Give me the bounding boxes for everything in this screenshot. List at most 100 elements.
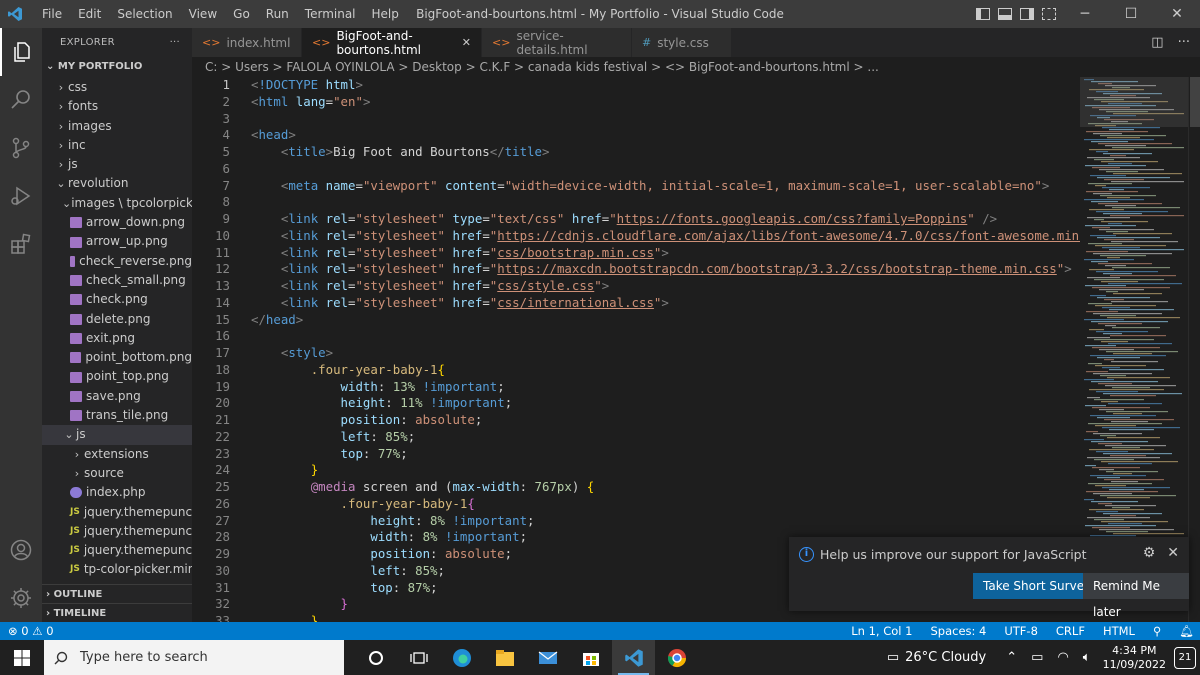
tree-folder[interactable]: ⌄ js: [42, 425, 192, 445]
source-control-icon[interactable]: [0, 124, 42, 172]
code-line[interactable]: 2 <html lang="en">: [192, 94, 1080, 111]
tree-file[interactable]: check_reverse.png: [42, 252, 192, 271]
notification-settings-gear-icon[interactable]: ⚙: [1143, 545, 1156, 561]
microsoft-store-icon[interactable]: [569, 640, 612, 675]
windows-start-icon[interactable]: [0, 640, 44, 675]
tree-folder[interactable]: › images: [42, 117, 192, 136]
outline-section[interactable]: › OUTLINE: [42, 584, 192, 603]
code-line[interactable]: 15 </head>: [192, 312, 1080, 329]
code-line[interactable]: 1 <!DOCTYPE html>: [192, 77, 1080, 94]
workspace-root[interactable]: ⌄ MY PORTFOLIO: [42, 56, 192, 78]
weather-text[interactable]: 26°C Cloudy: [905, 650, 986, 665]
close-window-button[interactable]: ✕: [1154, 0, 1200, 28]
problems-indicator[interactable]: ⊗ 0 ⚠ 0: [8, 622, 54, 640]
mail-icon[interactable]: [526, 640, 569, 675]
timeline-section[interactable]: › TIMELINE: [42, 603, 192, 622]
menu-terminal[interactable]: Terminal: [297, 0, 364, 28]
code-line[interactable]: 5 <title>Big Foot and Bourtons</title>: [192, 144, 1080, 161]
search-icon[interactable]: [0, 76, 42, 124]
toggle-secondary-sidebar-icon[interactable]: [1020, 8, 1034, 20]
code-line[interactable]: 3: [192, 111, 1080, 128]
settings-gear-icon[interactable]: [0, 574, 42, 622]
code-line[interactable]: 17 <style>: [192, 345, 1080, 362]
weather-icon[interactable]: ▭: [887, 650, 899, 665]
file-explorer-icon[interactable]: [483, 640, 526, 675]
tab-service-details-html[interactable]: <> service-details.html: [482, 28, 632, 57]
indentation[interactable]: Spaces: 4: [930, 622, 986, 640]
menu-go[interactable]: Go: [225, 0, 258, 28]
tree-file[interactable]: exit.png: [42, 329, 192, 348]
tree-file[interactable]: save.png: [42, 387, 192, 406]
run-debug-icon[interactable]: [0, 172, 42, 220]
chrome-icon[interactable]: [655, 640, 698, 675]
tab-index-html[interactable]: <> index.html: [192, 28, 302, 57]
notification-close-icon[interactable]: ✕: [1167, 545, 1179, 561]
cursor-position[interactable]: Ln 1, Col 1: [851, 622, 912, 640]
menu-file[interactable]: File: [34, 0, 70, 28]
toggle-panel-icon[interactable]: [998, 8, 1012, 20]
minimap-slider[interactable]: [1080, 77, 1188, 127]
tree-file[interactable]: JStp-color-picker.min...: [42, 560, 192, 579]
tree-file[interactable]: trans_tile.png: [42, 406, 192, 425]
editor-scrollbar[interactable]: [1188, 77, 1200, 622]
tab-close-icon[interactable]: ✕: [462, 36, 471, 49]
encoding[interactable]: UTF-8: [1004, 622, 1038, 640]
split-editor-icon[interactable]: ◫: [1151, 35, 1163, 50]
code-line[interactable]: 16: [192, 328, 1080, 345]
tree-file[interactable]: delete.png: [42, 310, 192, 329]
tab-bigfoot-and-bourtons-html[interactable]: <> BigFoot-and-bourtons.html ✕: [302, 28, 482, 57]
menu-edit[interactable]: Edit: [70, 0, 109, 28]
tree-file[interactable]: JS jquery.themepunc...: [42, 541, 192, 560]
tree-folder[interactable]: › source: [42, 464, 192, 483]
tree-folder[interactable]: › inc: [42, 136, 192, 155]
tree-folder[interactable]: ⌄ revolution: [42, 174, 192, 193]
vscode-logo-icon[interactable]: [0, 0, 30, 28]
volume-icon[interactable]: 🔈︎: [1083, 650, 1091, 665]
edge-browser-icon[interactable]: [440, 640, 483, 675]
code-line[interactable]: 27 height: 8% !important;: [192, 513, 1080, 530]
tree-file[interactable]: index.php: [42, 483, 192, 502]
code-line[interactable]: 19 width: 13% !important;: [192, 379, 1080, 396]
explorer-more-actions-icon[interactable]: ···: [170, 37, 180, 48]
code-line[interactable]: 14 <link rel="stylesheet" href="css/inte…: [192, 295, 1080, 312]
tree-file[interactable]: JS jquery.themepunc...: [42, 522, 192, 541]
tree-folder[interactable]: › js: [42, 155, 192, 174]
maximize-button[interactable]: ☐: [1108, 0, 1154, 28]
toggle-sidebar-icon[interactable]: [976, 8, 990, 20]
tree-file[interactable]: check.png: [42, 290, 192, 309]
code-line[interactable]: 18 .four-year-baby-1{: [192, 362, 1080, 379]
code-line[interactable]: 22 left: 85%;: [192, 429, 1080, 446]
code-line[interactable]: 21 position: absolute;: [192, 412, 1080, 429]
wifi-icon[interactable]: ◠: [1057, 650, 1068, 665]
tab-style-css[interactable]: # style.css: [632, 28, 732, 57]
code-line[interactable]: 13 <link rel="stylesheet" href="css/styl…: [192, 278, 1080, 295]
code-line[interactable]: 11 <link rel="stylesheet" href="css/boot…: [192, 245, 1080, 262]
remind-me-later-button[interactable]: Remind Me later: [1083, 573, 1189, 619]
clock[interactable]: 4:34 PM 11/09/2022: [1095, 644, 1174, 672]
language-mode[interactable]: HTML: [1103, 622, 1135, 640]
tree-folder[interactable]: › css: [42, 78, 192, 97]
customize-layout-icon[interactable]: [1042, 8, 1056, 20]
take-short-survey-button[interactable]: Take Short Survey: [973, 573, 1102, 599]
tree-file[interactable]: point_top.png: [42, 367, 192, 386]
extensions-icon[interactable]: [0, 220, 42, 268]
task-view-icon[interactable]: [397, 640, 440, 675]
code-line[interactable]: 26 .four-year-baby-1{: [192, 496, 1080, 513]
code-line[interactable]: 8: [192, 194, 1080, 211]
code-line[interactable]: 4 <head>: [192, 127, 1080, 144]
code-line[interactable]: 20 height: 11% !important;: [192, 395, 1080, 412]
live-share-icon[interactable]: ⚲: [1153, 622, 1161, 640]
code-line[interactable]: 33 }: [192, 613, 1080, 622]
breadcrumb[interactable]: C: > Users > FALOLA OYINLOLA > Desktop >…: [192, 57, 1200, 77]
menu-help[interactable]: Help: [364, 0, 407, 28]
minimize-button[interactable]: ─: [1062, 0, 1108, 28]
code-line[interactable]: 6: [192, 161, 1080, 178]
code-line[interactable]: 10 <link rel="stylesheet" href="https://…: [192, 228, 1080, 245]
menu-selection[interactable]: Selection: [109, 0, 180, 28]
vscode-taskbar-icon[interactable]: [612, 640, 655, 675]
more-actions-icon[interactable]: ···: [1178, 35, 1190, 50]
code-line[interactable]: 9 <link rel="stylesheet" type="text/css"…: [192, 211, 1080, 228]
battery-icon[interactable]: ▭: [1031, 650, 1043, 665]
tree-folder[interactable]: ⌄ images \ tpcolorpicker: [42, 194, 192, 213]
tree-file[interactable]: arrow_down.png: [42, 213, 192, 232]
